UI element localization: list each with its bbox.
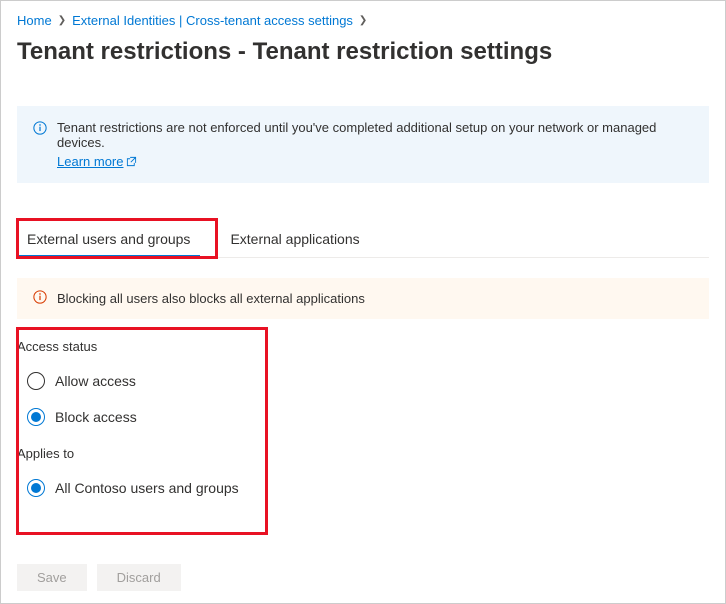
warning-icon [33, 290, 47, 307]
breadcrumb-parent[interactable]: External Identities | Cross-tenant acces… [72, 13, 353, 28]
radio-icon [27, 372, 45, 390]
footer-buttons: Save Discard [17, 564, 181, 591]
access-status-label: Access status [17, 339, 709, 354]
radio-all-users[interactable]: All Contoso users and groups [27, 479, 709, 497]
breadcrumb-home[interactable]: Home [17, 13, 52, 28]
info-icon [33, 121, 47, 138]
radio-icon [27, 479, 45, 497]
radio-label: Allow access [55, 373, 136, 389]
tabs: External users and groups External appli… [17, 223, 709, 258]
info-text: Tenant restrictions are not enforced unt… [57, 120, 656, 150]
save-button[interactable]: Save [17, 564, 87, 591]
warning-text: Blocking all users also blocks all exter… [57, 291, 365, 306]
radio-label: All Contoso users and groups [55, 480, 239, 496]
radio-icon [27, 408, 45, 426]
radio-allow-access[interactable]: Allow access [27, 372, 709, 390]
tab-external-users[interactable]: External users and groups [17, 223, 200, 257]
radio-label: Block access [55, 409, 137, 425]
applies-to-label: Applies to [17, 446, 709, 461]
page-title: Tenant restrictions - Tenant restriction… [17, 38, 709, 66]
chevron-right-icon: ❯ [359, 15, 367, 26]
warning-banner: Blocking all users also blocks all exter… [17, 278, 709, 319]
radio-block-access[interactable]: Block access [27, 408, 709, 426]
info-banner: Tenant restrictions are not enforced unt… [17, 106, 709, 183]
discard-button[interactable]: Discard [97, 564, 181, 591]
tab-external-apps[interactable]: External applications [220, 223, 369, 257]
external-link-icon [126, 156, 137, 167]
annotation-highlight [16, 327, 268, 535]
learn-more-link[interactable]: Learn more [57, 154, 137, 169]
chevron-right-icon: ❯ [58, 15, 66, 26]
breadcrumb: Home ❯ External Identities | Cross-tenan… [17, 13, 709, 28]
